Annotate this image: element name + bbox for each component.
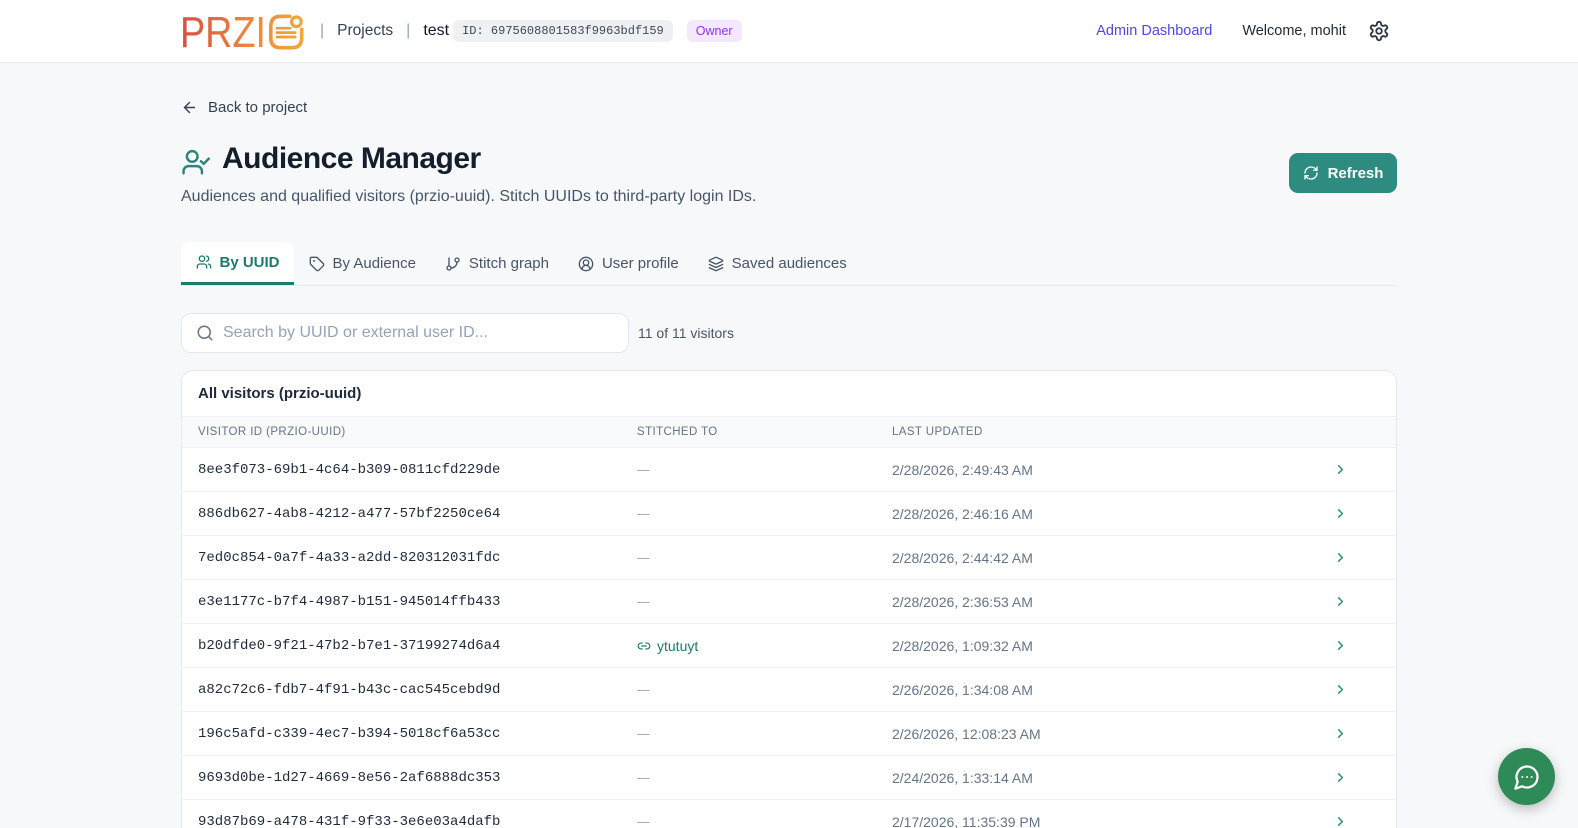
svg-text:PRZI: PRZI: [181, 10, 266, 52]
